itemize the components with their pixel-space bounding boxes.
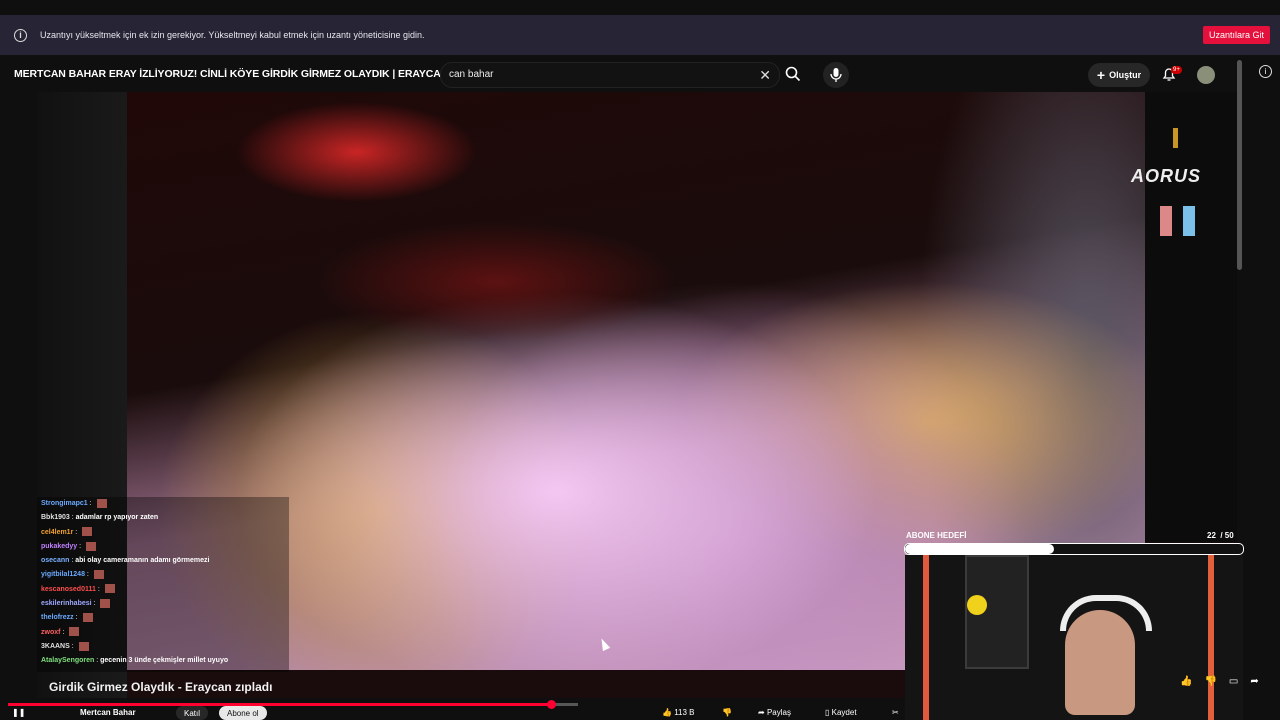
info-icon: i (14, 28, 27, 42)
chat-message: thelofrezz : (37, 611, 289, 625)
comment-icon[interactable]: ▭ (1229, 676, 1238, 687)
chat-message: Bbk1903 : adamlar rp yapıyor zaten (37, 511, 289, 525)
chat-emote (86, 541, 97, 551)
chat-separator: : (87, 500, 94, 507)
chat-separator: : (60, 628, 67, 636)
like-button[interactable]: 👍 113 B (662, 708, 695, 717)
drink-can (1183, 206, 1195, 236)
pause-icon[interactable]: ❚❚ (12, 708, 25, 717)
chat-text: gecenin 3 ünde çekmişler millet uyuyo (100, 657, 229, 665)
thumbs-up-icon: 👍 (662, 708, 672, 717)
bottom-bar: ❚❚ Mertcan Bahar Katıl Abone ol 👍 113 B … (0, 706, 1280, 720)
pikachu-figure (967, 595, 987, 615)
chat-username: pukakedyy (41, 542, 78, 550)
like-icon[interactable]: 👍 (1180, 676, 1192, 687)
led-light (1208, 555, 1214, 720)
chat-username: Bbk1903 (41, 514, 70, 522)
close-icon[interactable]: ✕ (759, 67, 771, 84)
chat-username: thelofrezz (41, 614, 74, 622)
overlay-sidebar (1145, 92, 1237, 542)
thumbs-down-icon[interactable]: 👎 (722, 708, 732, 717)
bookmark-icon: ▯ (825, 708, 830, 717)
chat-emote (82, 613, 93, 623)
chat-username: eskilerinhabesi (41, 600, 92, 608)
chat-username: yigitbilal1248 (41, 571, 85, 579)
share-icon[interactable]: ➦ (1250, 676, 1258, 687)
avatar[interactable] (1197, 66, 1215, 84)
extension-info-bar: i Uzantıyı yükseltmek için ek izin gerek… (0, 15, 1280, 55)
clip-icon[interactable]: ✂ (892, 708, 899, 717)
torch-logo (1173, 128, 1178, 148)
chat-username: kescanosed0111 (41, 585, 96, 593)
microphone-icon (830, 68, 842, 82)
chat-message: cel4lem1r : (37, 526, 289, 540)
chat-separator: : (95, 585, 102, 593)
chat-message: yigitbilal1248 : (37, 568, 289, 582)
microphone-button[interactable] (823, 62, 849, 88)
chat-text: abi olay cameramanın adamı görmemezi (75, 557, 210, 565)
streamer (1065, 610, 1135, 715)
chat-message: pukakedyy : (37, 540, 289, 554)
aorus-logo: AORUS (1131, 166, 1202, 186)
chat-overlay: Strongimapc1 : Bbk1903 : adamlar rp yapı… (37, 497, 289, 672)
chat-separator: : (69, 642, 76, 650)
chat-message: eskilerinhabesi : (37, 597, 289, 611)
chat-username: osecann (41, 557, 70, 565)
video-title: MERTCAN BAHAR ERAY İZLİYORUZ! CİNLİ KÖYE… (14, 68, 492, 80)
info-message: Uzantıyı yükseltmek için ek izin gerekiy… (40, 30, 425, 40)
webcam-overlay (905, 555, 1243, 720)
chat-username: zwoxf (41, 628, 61, 636)
plus-icon: + (1096, 67, 1106, 83)
video-subtitle: Girdik Girmez Olaydık - Eraycan zıpladı (49, 680, 273, 694)
scrollbar[interactable] (1237, 60, 1242, 270)
chat-message: zwoxf : (37, 626, 289, 640)
chat-emote (100, 598, 111, 608)
dislike-icon[interactable]: 👎 (1204, 676, 1216, 687)
chat-emote (82, 527, 93, 537)
chat-emote (78, 641, 89, 651)
chat-emote (104, 584, 115, 594)
chat-message: kescanosed0111 : (37, 583, 289, 597)
chat-emote (96, 498, 107, 508)
chat-message: AtalaySengoren : gecenin 3 ünde çekmişle… (37, 654, 289, 668)
drink-can (1160, 206, 1172, 236)
more-info-icon[interactable]: i (1259, 65, 1272, 78)
chat-emote (93, 570, 104, 580)
extensions-button[interactable]: Uzantılara Git (1202, 26, 1270, 44)
chat-message: Strongimapc1 : (37, 497, 289, 511)
create-label: Oluştur (1109, 70, 1142, 80)
create-button[interactable]: + Oluştur (1088, 63, 1150, 87)
sub-goal-bar (904, 543, 1244, 555)
side-actions: 👍 👎 ▭ ➦ (1180, 676, 1259, 687)
subscribe-button[interactable]: Abone ol (219, 706, 267, 720)
chat-username: cel4lem1r (41, 528, 74, 536)
sub-goal-count: 22 / 50 (1207, 531, 1234, 540)
led-light (923, 555, 929, 720)
chat-text: adamlar rp yapıyor zaten (75, 514, 159, 522)
chat-message: osecann : abi olay cameramanın adamı gör… (37, 554, 289, 568)
chat-separator: : (73, 614, 80, 622)
search-value: can bahar (449, 69, 494, 80)
channel-name[interactable]: Mertcan Bahar (80, 708, 136, 717)
sub-goal-label: ABONE HEDEFİ (906, 531, 967, 540)
chat-separator: : (77, 542, 84, 550)
chat-username: 3KAANS (41, 642, 70, 650)
chat-separator: : (84, 571, 91, 579)
share-icon: ➦ (758, 708, 765, 717)
chat-emote (69, 627, 80, 637)
chat-separator: : (73, 528, 80, 536)
save-button[interactable]: ▯ Kaydet (825, 708, 857, 717)
sub-goal-fill (905, 544, 1054, 554)
join-button[interactable]: Katıl (176, 706, 209, 720)
search-input[interactable]: can bahar ✕ (440, 62, 780, 88)
share-button[interactable]: ➦ Paylaş (758, 708, 791, 717)
chat-username: Strongimapc1 (41, 500, 88, 507)
notification-badge: 9+ (1171, 66, 1182, 74)
chat-username: AtalaySengoren (41, 657, 95, 665)
chat-message: 3KAANS : (37, 640, 289, 654)
search-icon[interactable] (785, 66, 801, 82)
chat-separator: : (91, 600, 98, 608)
